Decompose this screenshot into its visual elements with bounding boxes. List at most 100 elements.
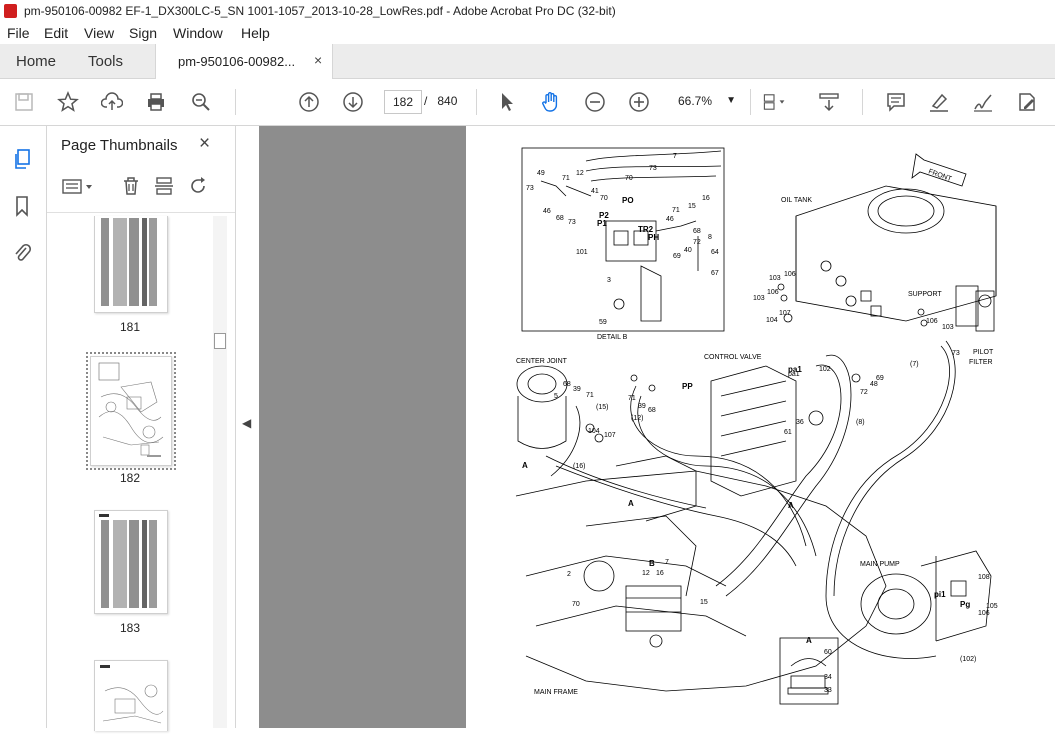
label-pp: PP xyxy=(682,382,693,391)
label-oil-tank: OIL TANK xyxy=(781,197,812,204)
callout: 12 xyxy=(576,170,584,177)
page-thumbnails-panel: Page Thumbnails × 181 182 183 xyxy=(47,126,235,731)
title-bar: pm-950106-00982 EF-1_DX300LC-5_SN 1001-1… xyxy=(0,0,1055,23)
toolbar: 182 / 840 66.7% ▼ xyxy=(0,79,1055,126)
callout: 108 xyxy=(978,574,990,581)
bookmarks-icon[interactable] xyxy=(10,194,34,218)
menu-edit[interactable]: Edit xyxy=(44,25,68,41)
zoom-search-icon[interactable] xyxy=(189,90,213,114)
callout: 73 xyxy=(568,219,576,226)
toolbar-separator xyxy=(476,89,477,115)
panel-toolbar xyxy=(57,176,227,200)
callout: 59 xyxy=(599,319,607,326)
select-arrow-icon[interactable] xyxy=(495,90,519,114)
edit-pdf-icon[interactable] xyxy=(1015,90,1039,114)
callout: pa1 xyxy=(788,371,800,378)
panel-close-icon[interactable]: × xyxy=(199,133,210,155)
menu-window[interactable]: Window xyxy=(173,25,223,41)
callout: 103 xyxy=(769,275,781,282)
callout: 8 xyxy=(708,234,712,241)
menu-sign[interactable]: Sign xyxy=(129,25,157,41)
trash-icon[interactable] xyxy=(121,176,141,201)
callout: 33 xyxy=(824,687,832,694)
tab-home[interactable]: Home xyxy=(16,53,56,70)
zoom-in-icon[interactable] xyxy=(627,90,651,114)
callout: 107 xyxy=(604,432,616,439)
page-up-icon[interactable] xyxy=(297,90,321,114)
chevron-down-icon: ▼ xyxy=(726,95,736,106)
scrollbar-thumb[interactable] xyxy=(214,333,226,349)
tab-tools[interactable]: Tools xyxy=(88,53,123,70)
page-thumbnails-icon[interactable] xyxy=(10,148,34,172)
label-center-joint: CENTER JOINT xyxy=(516,358,568,365)
document-background xyxy=(259,126,466,728)
menu-view[interactable]: View xyxy=(84,25,114,41)
callout: 106 xyxy=(767,289,779,296)
page-total-count: 840 xyxy=(437,94,458,108)
label-main-frame: MAIN FRAME xyxy=(534,689,578,696)
attachments-icon[interactable] xyxy=(10,240,34,264)
comment-icon[interactable] xyxy=(884,90,908,114)
hand-tool-icon[interactable] xyxy=(539,90,563,114)
zoom-out-icon[interactable] xyxy=(583,90,607,114)
page-display-icon[interactable] xyxy=(762,90,786,114)
options-menu-icon[interactable] xyxy=(61,176,95,201)
tab-close-icon[interactable]: × xyxy=(314,52,322,68)
callout: 73 xyxy=(526,185,534,192)
page-thumbnail-184[interactable] xyxy=(94,660,168,731)
callout: 70 xyxy=(625,175,633,182)
sign-icon[interactable] xyxy=(971,90,995,114)
callout: 69 xyxy=(876,375,884,382)
page-down-icon[interactable] xyxy=(341,90,365,114)
collapse-panel-icon[interactable]: ◀ xyxy=(242,416,251,430)
callout: 49 xyxy=(537,170,545,177)
zoom-level-select[interactable]: 66.7% ▼ xyxy=(670,90,740,112)
rotate-icon[interactable] xyxy=(188,176,208,201)
bookmark-star-icon[interactable] xyxy=(56,90,80,114)
thumbnail-page-number: 183 xyxy=(119,621,141,635)
scrolling-icon[interactable] xyxy=(817,90,841,114)
page-thumbnail-183[interactable] xyxy=(94,510,168,614)
tab-document[interactable]: pm-950106-00982... × xyxy=(155,44,333,79)
callout: 73 xyxy=(952,350,960,357)
callout: 72 xyxy=(860,389,868,396)
page-thumbnail-182[interactable] xyxy=(86,352,176,470)
thumbnails-scrollbar[interactable] xyxy=(213,216,227,728)
callout: 15 xyxy=(700,599,708,606)
callout: 39 xyxy=(573,386,581,393)
callout-numbers: 49 73 71 12 41 70 73 7 46 68 73 70 16 15… xyxy=(526,153,998,694)
callout: 46 xyxy=(543,208,551,215)
callout: 71 xyxy=(628,395,636,402)
callout: 73 xyxy=(649,165,657,172)
upload-icon[interactable] xyxy=(100,90,124,114)
toolbar-separator xyxy=(862,89,863,115)
label-section-a: A xyxy=(522,461,528,470)
callout: 68 xyxy=(648,407,656,414)
callout: (12) xyxy=(631,415,643,422)
callout: 7 xyxy=(665,559,669,566)
label-detail-b: DETAIL B xyxy=(597,334,628,341)
page-number-input[interactable]: 182 xyxy=(384,90,422,114)
menu-file[interactable]: File xyxy=(7,25,30,41)
callout: 2 xyxy=(567,571,571,578)
callout: 67 xyxy=(711,270,719,277)
callout: 16 xyxy=(702,195,710,202)
label-po: PO xyxy=(622,196,634,205)
label-section-b: B xyxy=(649,559,655,568)
menu-help[interactable]: Help xyxy=(241,25,270,41)
callout: 5 xyxy=(554,393,558,400)
save-icon[interactable] xyxy=(12,90,36,114)
callout: 107 xyxy=(779,310,791,317)
callout: (7) xyxy=(910,361,919,368)
insert-page-icon[interactable] xyxy=(154,176,174,201)
callout: 68 xyxy=(556,215,564,222)
print-icon[interactable] xyxy=(144,90,168,114)
highlight-icon[interactable] xyxy=(927,90,951,114)
callout: 103 xyxy=(942,324,954,331)
panel-splitter[interactable]: ◀ xyxy=(235,126,259,728)
label-p1: P1 xyxy=(597,219,607,228)
diagram-preview xyxy=(100,665,164,724)
callout: 70 xyxy=(572,601,580,608)
page-thumbnail-181[interactable] xyxy=(94,216,168,313)
label-section-a: A xyxy=(628,499,634,508)
